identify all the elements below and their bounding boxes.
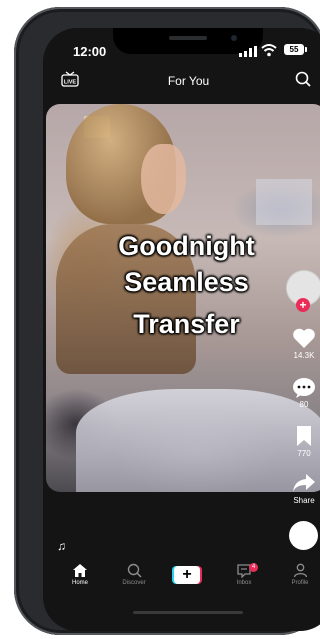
for-you-title[interactable]: For You <box>43 74 320 88</box>
discover-search-icon <box>127 563 142 578</box>
tab-discover[interactable]: Discover <box>114 563 154 586</box>
home-indicator <box>133 611 243 614</box>
saves-count: 770 <box>297 449 311 458</box>
tab-profile[interactable]: Profile <box>280 563 320 586</box>
profile-icon <box>293 563 307 578</box>
video-player[interactable]: Goodnight Seamless Transfer <box>46 104 320 492</box>
heart-icon[interactable] <box>292 327 316 349</box>
overlay-line-3: Transfer <box>133 309 240 339</box>
music-note-icon[interactable]: ♫ <box>57 539 66 553</box>
tab-discover-label: Discover <box>122 580 146 586</box>
speaker <box>169 36 207 40</box>
blanket <box>76 389 320 492</box>
parent-face <box>141 144 186 214</box>
overlay-line-2: Seamless <box>124 267 249 297</box>
battery-indicator: 55 <box>284 44 307 55</box>
inbox-badge: 4 <box>249 563 258 572</box>
tab-home-label: Home <box>71 580 88 586</box>
phone-screen: 12:00 55 LIVE For You Goodnight Seamless… <box>43 28 320 631</box>
share-label: Share <box>293 496 315 505</box>
phone-frame: 12:00 55 LIVE For You Goodnight Seamless… <box>14 7 320 635</box>
comment-icon[interactable] <box>292 377 316 399</box>
likes-count: 14.3K <box>293 351 315 360</box>
wifi-icon <box>261 44 277 57</box>
tab-inbox[interactable]: Inbox <box>224 563 264 586</box>
create-video-button[interactable]: + <box>174 566 200 584</box>
bottom-tab-bar: Home Discover + Inbox 4 Profile <box>43 563 320 613</box>
tab-inbox-label: Inbox <box>236 580 252 586</box>
tab-profile-label: Profile <box>291 580 309 586</box>
home-icon <box>73 564 87 577</box>
status-time: 12:00 <box>73 44 107 59</box>
front-camera <box>231 35 237 41</box>
overlay-line-1: Goodnight <box>118 231 255 261</box>
search-icon[interactable] <box>295 71 311 87</box>
signal-icon <box>239 46 257 57</box>
bookmark-icon[interactable] <box>295 425 313 447</box>
follow-plus-button[interactable]: + <box>296 298 310 312</box>
share-arrow-icon[interactable] <box>292 473 316 493</box>
music-disc[interactable] <box>289 521 318 550</box>
comments-count: 80 <box>299 400 309 409</box>
wall-drawing-car <box>256 179 312 225</box>
tab-home[interactable]: Home <box>60 563 100 586</box>
